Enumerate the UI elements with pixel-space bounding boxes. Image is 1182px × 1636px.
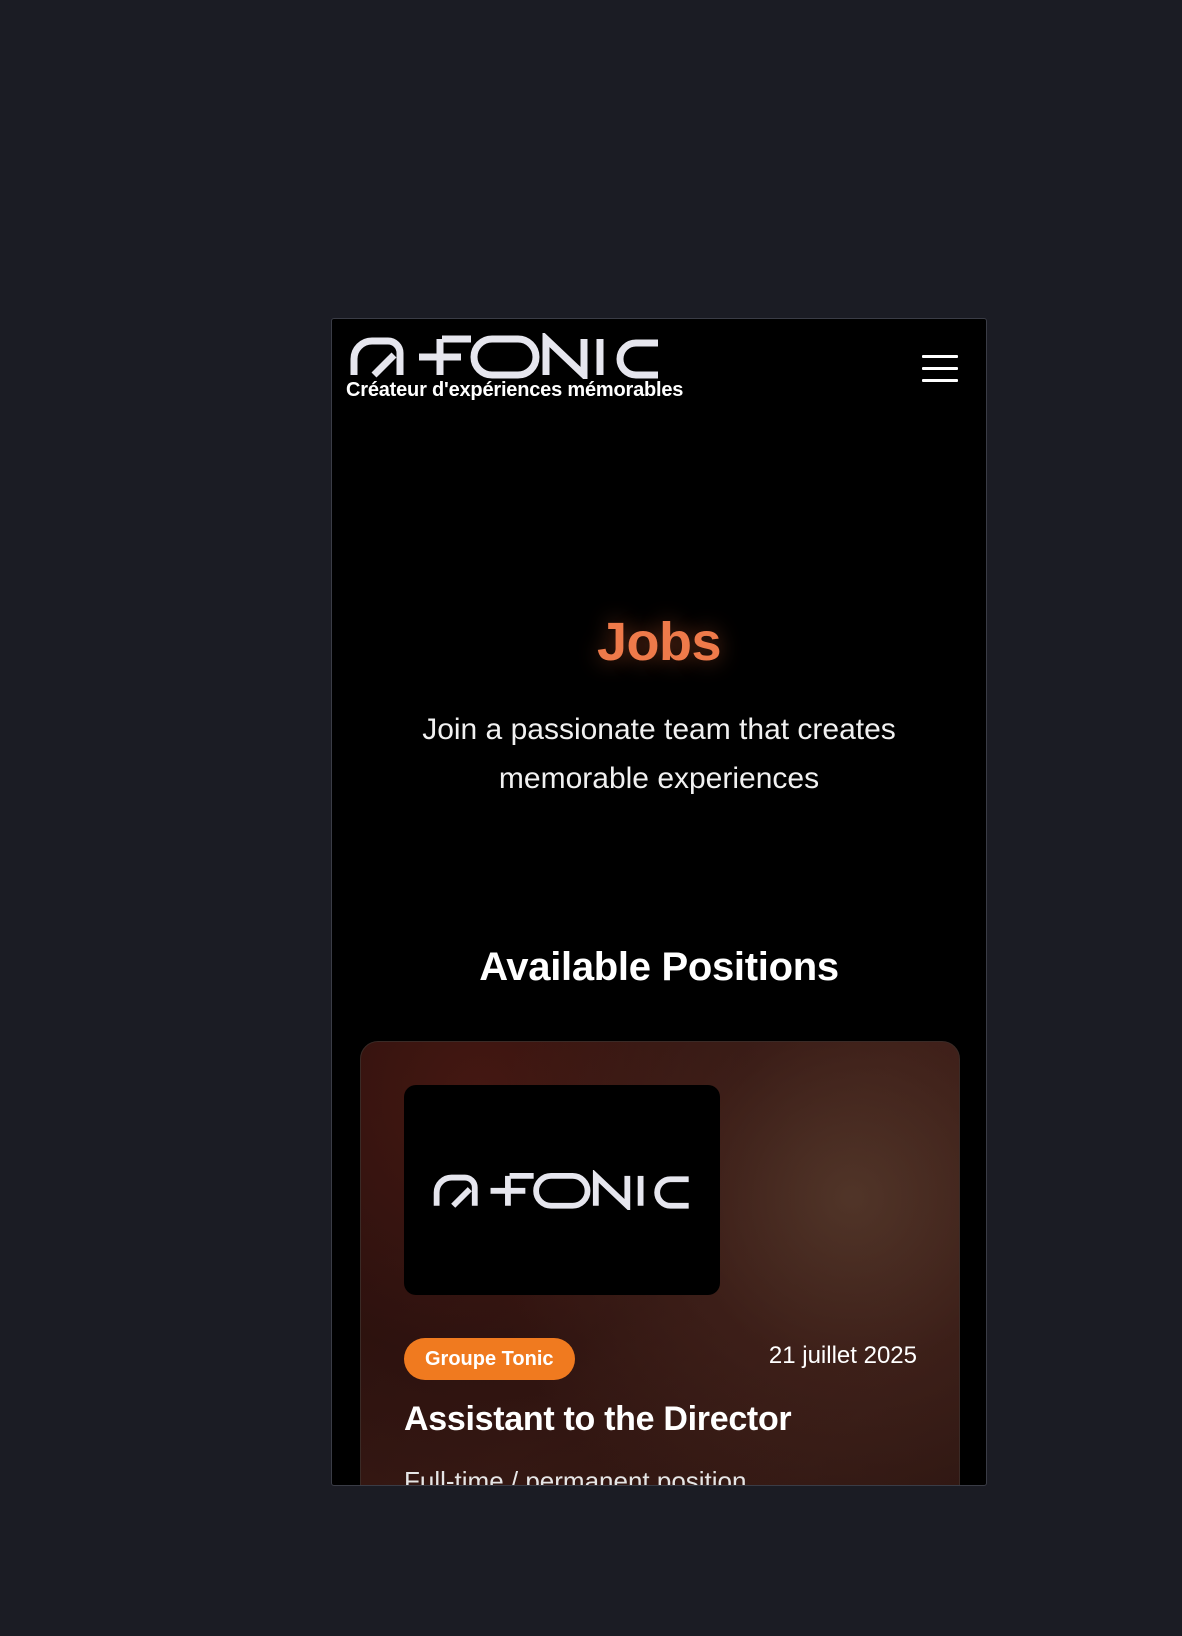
mobile-viewport: Créateur d'expériences mémorables Jobs J… — [331, 318, 987, 1486]
menu-line — [922, 355, 958, 358]
site-header: Créateur d'expériences mémorables — [332, 319, 986, 419]
tonic-logo-icon — [433, 1170, 689, 1210]
job-date: 21 juillet 2025 — [768, 1342, 917, 1369]
site-logo[interactable] — [346, 330, 662, 384]
tonic-logo-icon — [350, 330, 658, 384]
menu-line — [922, 367, 958, 370]
menu-line — [922, 379, 958, 382]
job-title[interactable]: Assistant to the Director — [404, 1400, 792, 1439]
section-title: Available Positions — [479, 945, 839, 989]
site-tagline: Créateur d'expériences mémorables — [346, 379, 684, 401]
job-type: Full-time / permanent position — [404, 1466, 747, 1486]
job-card[interactable]: Groupe Tonic 21 juillet 2025 Assistant t… — [360, 1041, 960, 1486]
company-badge: Groupe Tonic — [404, 1338, 575, 1380]
job-image — [404, 1085, 720, 1295]
page-subtitle: Join a passionate team that creates memo… — [422, 713, 896, 795]
hamburger-menu-icon[interactable] — [922, 355, 958, 383]
page-title: Jobs — [596, 612, 722, 672]
